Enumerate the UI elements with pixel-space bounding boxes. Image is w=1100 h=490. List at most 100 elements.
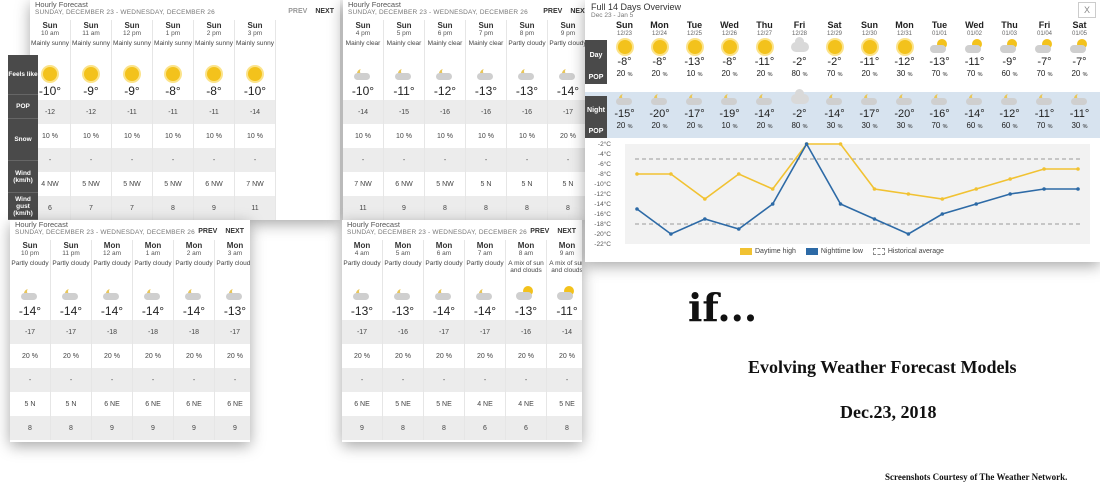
overview-day-name: Fri <box>793 20 806 30</box>
overview-low: -20° <box>649 108 670 120</box>
gust-value: 8 <box>10 416 50 440</box>
hour-time: 10 am <box>40 30 60 37</box>
overview-day-name: Tue <box>686 20 703 30</box>
next-button[interactable]: NEXT <box>557 228 576 235</box>
hour-icon-cell <box>424 283 464 304</box>
prev-button[interactable]: PREV <box>530 228 549 235</box>
overview-day-pop: 60 % <box>992 68 1027 82</box>
high-point <box>635 172 639 176</box>
low-point <box>974 202 979 206</box>
overview-day-pop: 70 % <box>957 68 992 82</box>
hour-column: Sun 1 pm Mainly sunny -8° -11 10 % - 5 NW 8 <box>153 20 194 220</box>
overview-day-icon-cell <box>1062 38 1097 56</box>
hour-time: 3 am <box>227 250 243 257</box>
overview-day-pop-value: 20 <box>756 69 766 78</box>
hour-icon-cell <box>425 63 465 84</box>
overview-high: -11° <box>754 56 775 68</box>
overview-high: -2° <box>792 56 807 68</box>
overview-night-pop-value: 10 <box>721 121 731 130</box>
overview-day-pop: 20 % <box>747 68 782 82</box>
percent-sign: % <box>907 124 913 130</box>
hour-time: 11 am <box>82 30 100 37</box>
overview-day-icon-cell <box>992 38 1027 56</box>
overview-night-pop-value: 70 <box>1036 121 1046 130</box>
low-point <box>804 142 809 146</box>
wind-value: 5 NE <box>436 400 452 408</box>
high-point <box>770 187 775 191</box>
next-button[interactable]: NEXT <box>315 8 334 15</box>
hour-time: 7 am <box>477 250 493 257</box>
y-tick-label: -22°C <box>594 240 611 248</box>
sun-icon <box>862 40 877 54</box>
hour-condition: A mix of sun and clouds <box>508 260 544 274</box>
overview-day-pop: 10 % <box>677 68 712 82</box>
hourly-panel-2: Hourly Forecast SUNDAY, DECEMBER 23 - WE… <box>343 0 585 220</box>
moon-cloud-icon <box>103 287 121 301</box>
snow-label: Snow <box>8 119 38 161</box>
hour-condition: Partly cloudy <box>549 40 585 47</box>
hour-column: Sun 2 pm Mainly sunny -8° -11 10 % - 6 NW 9 <box>194 20 235 220</box>
overview-day-pop: 20 % <box>852 68 887 82</box>
prev-button[interactable]: PREV <box>288 8 307 15</box>
pop-value: 10 % <box>478 132 494 140</box>
hour-condition: A mix of sun and clouds <box>549 260 582 274</box>
hour-icon-cell <box>51 283 91 304</box>
overview-low: -17° <box>684 108 705 120</box>
percent-sign: % <box>662 72 668 78</box>
pager: PREV NEXT <box>530 228 576 236</box>
hour-time: 1 am <box>145 250 161 257</box>
hour-time: 8 am <box>518 250 534 257</box>
overview-day-pop: 80 % <box>782 68 817 82</box>
hour-temp: -14° <box>473 304 497 318</box>
chart-legend: Daytime high Nighttime low Historical av… <box>740 248 944 255</box>
hour-columns: Sun 10 am Mainly sunny -10° -12 10 % -4 NW 6 Sun… <box>30 20 276 220</box>
feels-like-value: -18 <box>133 320 173 344</box>
next-button[interactable]: NEXT <box>570 8 585 15</box>
close-button[interactable]: X <box>1078 2 1096 18</box>
hour-condition: Partly cloudy <box>216 260 250 267</box>
hour-icon-cell <box>342 283 382 304</box>
prev-button[interactable]: PREV <box>198 228 217 235</box>
feels-like-value: -12 <box>71 100 111 124</box>
gust-value: 11 <box>343 196 383 220</box>
overview-day-column: Tue 01/01 -13° 70 % -16° 70 % <box>922 20 957 134</box>
overview-night-pop-value: 60 <box>966 121 976 130</box>
hour-day: Sun <box>124 21 140 30</box>
hour-icon-cell <box>465 283 505 304</box>
prev-button[interactable]: PREV <box>543 8 562 15</box>
overview-day-column: Tue 12/25 -13° 10 % -17° 20 % <box>677 20 712 134</box>
hour-condition: Partly cloudy <box>384 260 422 267</box>
high-point <box>703 197 707 201</box>
overview-low: -11° <box>1069 108 1090 120</box>
panel-header: Hourly Forecast SUNDAY, DECEMBER 23 - WE… <box>30 0 340 20</box>
hour-condition: Mainly sunny <box>154 40 192 47</box>
hour-day: Mon <box>476 241 494 250</box>
feels-like-value: -18 <box>174 320 214 344</box>
feels-like-label: Feels like <box>8 55 38 95</box>
next-button[interactable]: NEXT <box>225 228 244 235</box>
hour-condition: Partly cloudy <box>508 40 546 47</box>
hour-temp: -10° <box>351 84 375 98</box>
wind-value: 5 NE <box>559 400 575 408</box>
hour-day: Mon <box>353 241 371 250</box>
high-point <box>1008 177 1012 181</box>
gust-value: 11 <box>235 196 275 220</box>
overview-day-pop-value: 20 <box>651 69 661 78</box>
overview-night-pop: 30 % <box>852 120 887 134</box>
gust-value: 9 <box>342 416 382 440</box>
hour-condition: Partly cloudy <box>175 260 213 267</box>
snow-value: - <box>153 148 193 172</box>
hour-icon-cell <box>343 63 383 84</box>
date-text: Dec.23, 2018 <box>840 402 937 422</box>
pager: PREV NEXT <box>198 228 244 236</box>
snow-value: - <box>235 148 275 172</box>
overview-day-name: Tue <box>931 20 948 30</box>
percent-sign: % <box>977 124 983 130</box>
high-point <box>669 172 673 176</box>
overview-date: 12/29 <box>826 31 842 37</box>
wind-value: 5 NW <box>436 180 454 188</box>
wind-value: 5 NW <box>164 180 182 188</box>
overview-date: 01/04 <box>1036 31 1052 37</box>
overview-day-name: Thu <box>1001 20 1018 30</box>
percent-sign: % <box>1082 124 1088 130</box>
